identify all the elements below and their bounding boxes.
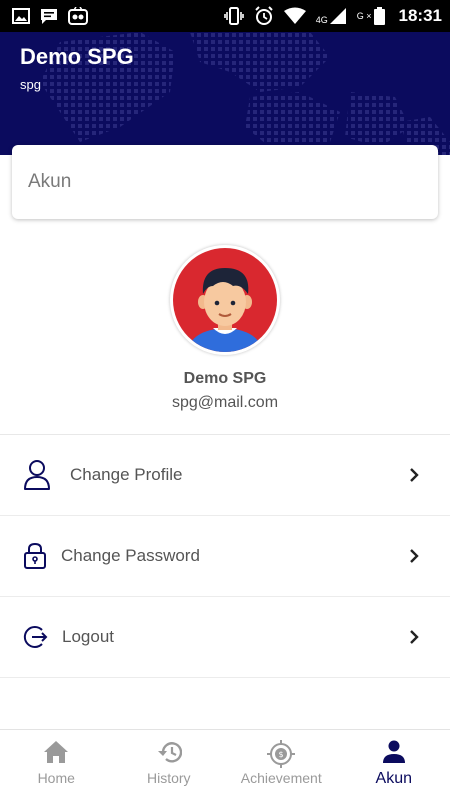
home-icon bbox=[44, 741, 69, 763]
change-profile-item[interactable]: Change Profile bbox=[0, 435, 450, 516]
cell-signal-icon bbox=[329, 8, 346, 24]
clock: 18:31 bbox=[398, 6, 442, 25]
nav-achievement[interactable]: $ Achievement bbox=[225, 730, 338, 800]
chevron-right-icon bbox=[410, 549, 419, 563]
status-right-icons: 4G G × 18:31 bbox=[223, 6, 442, 26]
nav-history-label: History bbox=[146, 770, 191, 786]
nav-home[interactable]: Home bbox=[0, 730, 113, 800]
header-title: Demo SPG bbox=[20, 44, 134, 69]
bottom-navigation: Home History $ Achievement Akun bbox=[0, 729, 450, 800]
person-icon bbox=[382, 740, 405, 763]
avatar-illustration bbox=[173, 248, 277, 352]
change-password-item[interactable]: Change Password bbox=[0, 516, 450, 597]
alarm-icon bbox=[255, 6, 273, 25]
nav-home-label: Home bbox=[37, 770, 75, 786]
profile-email: spg@mail.com bbox=[171, 394, 279, 411]
cell-signal: 4G bbox=[316, 7, 347, 25]
nav-akun-label: Akun bbox=[375, 770, 412, 787]
network-type: 4G bbox=[315, 15, 328, 25]
status-left-icons bbox=[12, 7, 88, 25]
avatar bbox=[170, 245, 280, 355]
page-title: Akun bbox=[28, 171, 72, 192]
user-icon bbox=[22, 459, 52, 491]
svg-text:$: $ bbox=[279, 750, 284, 759]
change-password-label: Change Password bbox=[61, 546, 200, 565]
lock-icon bbox=[22, 542, 48, 570]
header-subtitle: spg bbox=[20, 77, 41, 92]
account-menu: Change Profile Change Password Logout bbox=[0, 434, 450, 678]
logout-label: Logout bbox=[62, 627, 114, 646]
app-header: Demo SPG spg bbox=[0, 32, 450, 155]
vibrate-icon bbox=[223, 7, 244, 25]
image-notification-icon bbox=[12, 8, 30, 24]
secondary-signal-label: G × bbox=[356, 11, 372, 21]
page-title-card: Akun bbox=[12, 145, 438, 219]
history-icon bbox=[157, 742, 182, 763]
logout-item[interactable]: Logout bbox=[0, 597, 450, 678]
wifi-icon bbox=[283, 7, 306, 24]
secondary-signal: G × bbox=[357, 7, 385, 25]
change-profile-label: Change Profile bbox=[70, 465, 183, 484]
achievement-icon: $ bbox=[267, 740, 296, 768]
app-notification-icon bbox=[68, 7, 88, 25]
nav-achievement-label: Achievement bbox=[240, 770, 322, 786]
nav-akun[interactable]: Akun bbox=[338, 730, 450, 800]
logout-icon bbox=[22, 624, 48, 650]
chevron-right-icon bbox=[410, 630, 419, 644]
chevron-right-icon bbox=[410, 468, 419, 482]
message-notification-icon bbox=[41, 8, 57, 24]
battery-icon bbox=[373, 7, 385, 25]
profile-name: Demo SPG bbox=[183, 370, 267, 387]
status-bar: 4G G × 18:31 bbox=[0, 0, 450, 32]
nav-history[interactable]: History bbox=[113, 730, 226, 800]
